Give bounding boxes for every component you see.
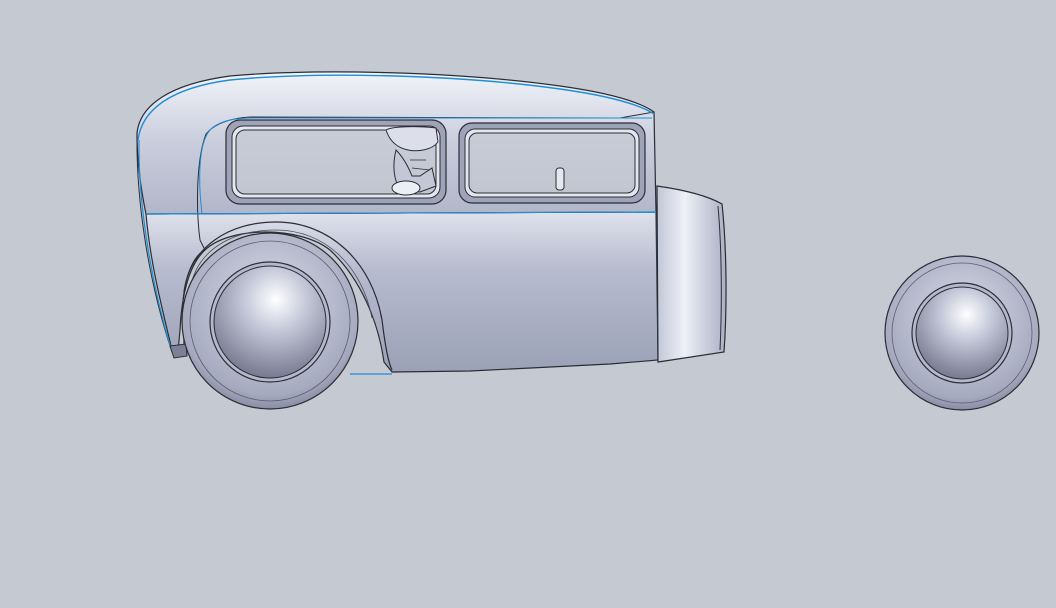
hood-cowl[interactable]: [656, 185, 727, 363]
model-canvas[interactable]: [0, 0, 1056, 608]
front-side-window[interactable]: [458, 122, 646, 204]
front-wheel[interactable]: [884, 255, 1040, 411]
rear-hubcap: [213, 265, 327, 379]
graphics-viewport[interactable]: [0, 0, 1056, 608]
front-hubcap: [915, 286, 1009, 380]
rear-wheel[interactable]: [181, 232, 359, 410]
steering-column[interactable]: [555, 167, 565, 191]
